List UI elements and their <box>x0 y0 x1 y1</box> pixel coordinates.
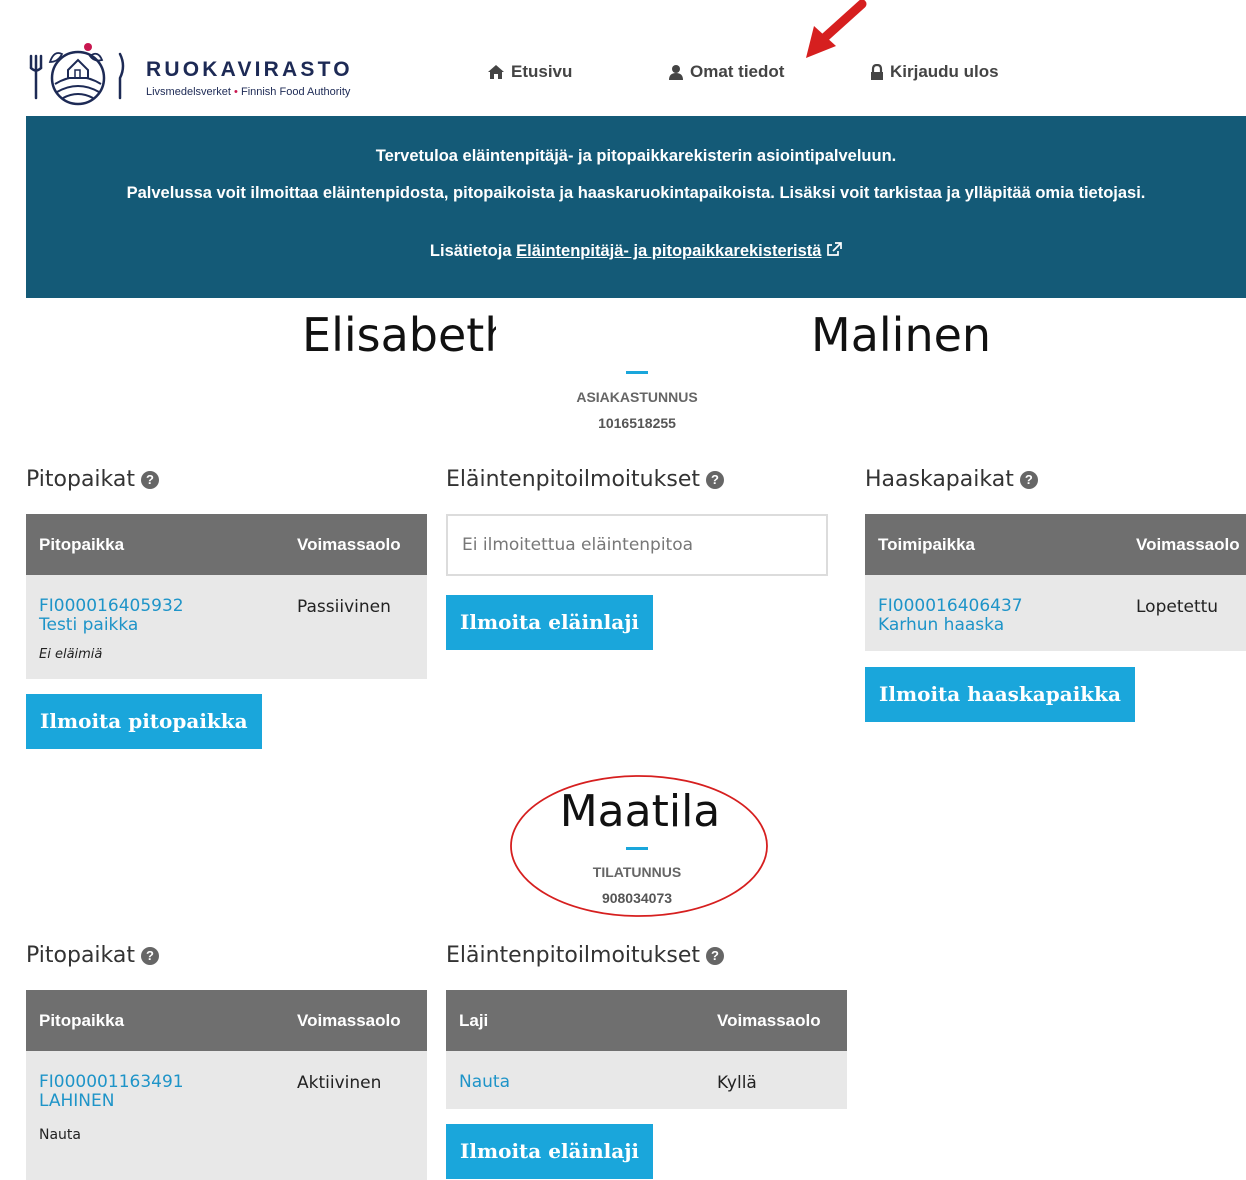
farm-ilmoitukset-title: Eläintenpitoilmoitukset <box>446 943 700 968</box>
brand-sub-right: Finnish Food Authority <box>240 86 351 98</box>
person-ilmoitukset-title: Eläintenpitoilmoitukset <box>446 467 700 492</box>
farm-ilmoitukset-table: Laji Voimassaolo Nauta Kyllä <box>446 990 847 1109</box>
table-row: FI000001163491 LAHINEN Nauta Aktiivinen <box>26 1051 427 1180</box>
column-header: Voimassaolo <box>704 990 847 1051</box>
status-cell: Aktiivinen <box>284 1051 427 1180</box>
help-icon[interactable]: ? <box>705 470 724 489</box>
person-first-name: Elisabeth <box>302 308 514 362</box>
farm-id-label: TILATUNNUS <box>592 864 682 880</box>
nav-logout-label: Kirjaudu ulos <box>890 62 999 81</box>
species-note: Nauta <box>39 1127 81 1143</box>
nav-profile-label: Omat tiedot <box>690 62 785 81</box>
nav-home-link[interactable]: Etusivu <box>487 62 572 82</box>
person-pitopaikat-table: Pitopaikka Voimassaolo FI000016405932 Te… <box>26 514 427 679</box>
farm-title: Maatila <box>559 786 721 837</box>
table-row: FI000016405932 Testi paikka Ei eläimiä P… <box>26 575 427 679</box>
column-header: Voimassaolo <box>284 514 427 575</box>
pitopaikka-id-link[interactable]: FI000001163491 <box>39 1073 271 1092</box>
no-animal-keeping-message: Ei ilmoitettua eläintenpitoa <box>446 514 828 576</box>
table-header-row: Laji Voimassaolo <box>446 990 847 1051</box>
pitopaikka-cell: FI000001163491 LAHINEN Nauta <box>26 1051 284 1180</box>
banner-description: Palvelussa voit ilmoittaa eläintenpidost… <box>126 184 1146 202</box>
welcome-banner: Tervetuloa eläintenpitäjä- ja pitopaikka… <box>26 116 1246 298</box>
farm-divider <box>626 847 648 850</box>
table-header-row: Toimipaikka Voimassaolo <box>865 514 1246 575</box>
customer-id-value: 1016518255 <box>598 415 676 431</box>
haaskapaikat-heading: Haaskapaikat ? <box>865 467 1038 492</box>
haaskapaikka-id-link[interactable]: FI000016406437 <box>878 597 1110 616</box>
pitopaikka-name-link[interactable]: Testi paikka <box>39 616 271 635</box>
farm-pitopaikat-title: Pitopaikat <box>26 943 136 968</box>
person-last-name: Malinen <box>811 308 992 362</box>
nav-home-label: Etusivu <box>511 62 573 81</box>
brand-sub-dot: • <box>234 86 238 98</box>
add-haaskapaikka-button[interactable]: Ilmoita haaskapaikka <box>865 667 1135 722</box>
brand-name: RUOKAVIRASTO <box>146 58 353 81</box>
home-icon <box>488 65 504 79</box>
pitopaikka-name-link[interactable]: LAHINEN <box>39 1092 271 1111</box>
status-cell: Kyllä <box>704 1051 847 1109</box>
add-species-button[interactable]: Ilmoita eläinlaji <box>446 595 654 650</box>
lock-icon <box>871 63 883 80</box>
help-icon[interactable]: ? <box>141 470 160 489</box>
user-icon <box>669 64 683 80</box>
status-cell: Passiivinen <box>284 575 427 679</box>
ruokavirasto-logo[interactable]: RUOKAVIRASTO Livsmedelsverket • Finnish … <box>28 40 398 106</box>
banner-more-prefix: Lisätietoja <box>429 242 512 260</box>
column-header: Voimassaolo <box>284 990 427 1051</box>
column-header: Voimassaolo <box>1123 514 1246 575</box>
column-header: Toimipaikka <box>865 514 1123 575</box>
brand-subtitle: Livsmedelsverket • Finnish Food Authorit… <box>146 86 350 98</box>
table-row: Nauta Kyllä <box>446 1051 847 1109</box>
annotation-arrow-icon <box>806 0 867 58</box>
pitopaikka-id-link[interactable]: FI000016405932 <box>39 597 271 616</box>
redacted-middle-name <box>496 310 796 360</box>
haaskapaikat-table: Toimipaikka Voimassaolo FI000016406437 K… <box>865 514 1246 651</box>
nav-profile-link[interactable]: Omat tiedot <box>668 62 784 82</box>
table-header-row: Pitopaikka Voimassaolo <box>26 514 427 575</box>
brand-sub-left: Livsmedelsverket <box>146 86 231 98</box>
site-header: RUOKAVIRASTO Livsmedelsverket • Finnish … <box>0 0 1246 116</box>
status-cell: Lopetettu <box>1123 575 1246 651</box>
farm-pitopaikat-heading: Pitopaikat ? <box>26 943 160 968</box>
person-divider <box>626 371 648 374</box>
toimipaikka-cell: FI000016406437 Karhun haaska <box>865 575 1123 651</box>
logo-mark-icon <box>29 43 125 106</box>
external-link-icon <box>827 242 842 256</box>
column-header: Pitopaikka <box>26 990 284 1051</box>
animals-note: Ei eläimiä <box>39 647 103 662</box>
person-ilmoitukset-heading: Eläintenpitoilmoitukset ? <box>446 467 724 492</box>
help-icon[interactable]: ? <box>705 946 724 965</box>
farm-ilmoitukset-heading: Eläintenpitoilmoitukset ? <box>446 943 724 968</box>
banner-more-info: Lisätietoja Eläintenpitäjä- ja pitopaikk… <box>26 242 1246 261</box>
help-icon[interactable]: ? <box>141 946 160 965</box>
person-pitopaikat-heading: Pitopaikat ? <box>26 467 160 492</box>
table-header-row: Pitopaikka Voimassaolo <box>26 990 427 1051</box>
farm-id-value: 908034073 <box>601 890 673 906</box>
column-header: Pitopaikka <box>26 514 284 575</box>
haaskapaikka-name-link[interactable]: Karhun haaska <box>878 616 1110 635</box>
help-icon[interactable]: ? <box>1019 470 1038 489</box>
add-pitopaikka-button[interactable]: Ilmoita pitopaikka <box>26 694 262 749</box>
farm-pitopaikat-table: Pitopaikka Voimassaolo FI000001163491 LA… <box>26 990 427 1180</box>
species-link[interactable]: Nauta <box>459 1073 691 1092</box>
add-species-button[interactable]: Ilmoita eläinlaji <box>446 1124 654 1179</box>
banner-title: Tervetuloa eläintenpitäjä- ja pitopaikka… <box>375 147 897 165</box>
table-row: FI000016406437 Karhun haaska Lopetettu <box>865 575 1246 651</box>
haaskapaikat-title: Haaskapaikat <box>865 467 1014 492</box>
registry-info-link[interactable]: Eläintenpitäjä- ja pitopaikkarekisterist… <box>516 242 821 260</box>
nav-logout-link[interactable]: Kirjaudu ulos <box>870 62 999 82</box>
column-header: Laji <box>446 990 704 1051</box>
person-pitopaikat-title: Pitopaikat <box>26 467 136 492</box>
customer-id-label: ASIAKASTUNNUS <box>576 389 698 405</box>
pitopaikka-cell: FI000016405932 Testi paikka Ei eläimiä <box>26 575 284 679</box>
species-cell: Nauta <box>446 1051 704 1109</box>
